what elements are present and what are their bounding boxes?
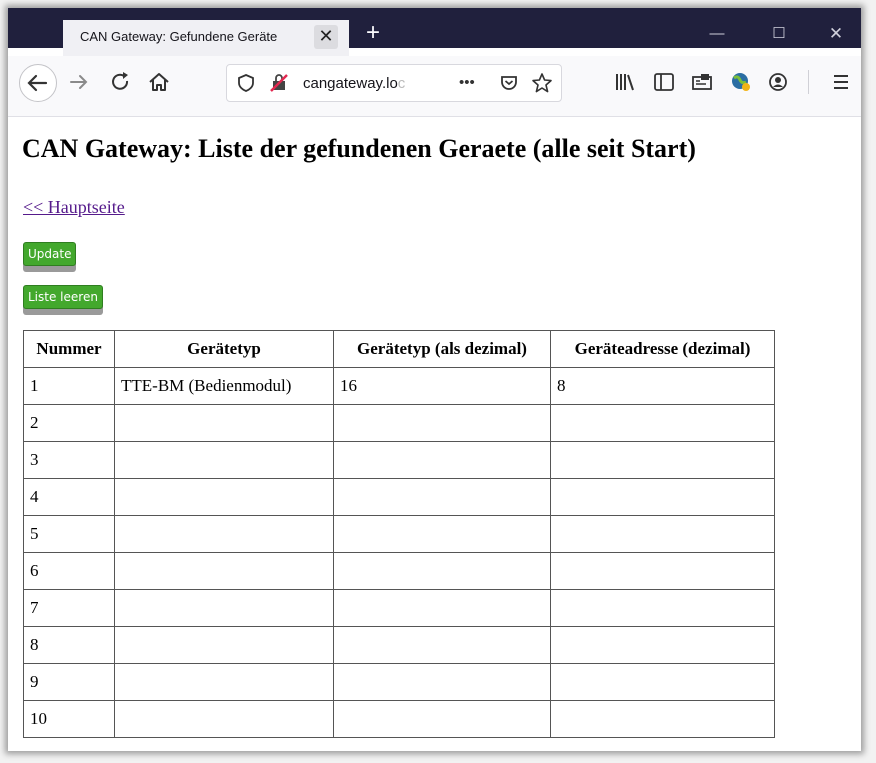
table-cell <box>550 589 775 627</box>
home-link[interactable]: << Hauptseite <box>23 197 125 218</box>
url-text[interactable]: cangateway.loc <box>303 75 405 92</box>
table-cell <box>114 552 334 590</box>
reload-icon[interactable] <box>108 69 134 95</box>
devices-table: Nummer Gerätetyp Gerätetyp (als dezimal)… <box>23 330 775 738</box>
table-cell <box>114 478 334 516</box>
tab-bar: CAN Gateway: Gefundene Geräte ✕ + — ☐ ✕ <box>8 8 861 56</box>
update-button[interactable]: Update <box>23 242 77 266</box>
table-row: 6 <box>23 552 775 590</box>
table-cell <box>550 478 775 516</box>
back-arrow-icon <box>27 74 48 92</box>
table-row: 2 <box>23 404 775 442</box>
table-cell <box>114 404 334 442</box>
table-cell <box>114 663 334 701</box>
table-row: 7 <box>23 589 775 627</box>
table-cell: TTE-BM (Bedienmodul) <box>114 367 334 405</box>
table-cell <box>333 441 551 479</box>
table-cell <box>550 700 775 738</box>
table-cell: 3 <box>23 441 115 479</box>
table-cell: 1 <box>23 367 115 405</box>
account-icon[interactable] <box>765 69 791 95</box>
pocket-icon[interactable] <box>499 73 519 98</box>
page-content: CAN Gateway: Liste der gefundenen Geraet… <box>22 134 852 738</box>
minimize-icon[interactable]: — <box>694 20 740 48</box>
insecure-lock-icon[interactable] <box>269 73 289 98</box>
table-cell <box>333 700 551 738</box>
column-header: Gerätetyp (als dezimal) <box>333 330 551 368</box>
table-cell <box>114 515 334 553</box>
table-cell: 8 <box>550 367 775 405</box>
table-cell: 4 <box>23 478 115 516</box>
column-header: Nummer <box>23 330 115 368</box>
table-cell <box>550 404 775 442</box>
table-cell <box>333 663 551 701</box>
back-button[interactable] <box>19 64 57 102</box>
table-cell <box>550 515 775 553</box>
table-cell <box>114 626 334 664</box>
table-row: 9 <box>23 663 775 701</box>
table-cell: 10 <box>23 700 115 738</box>
extension-icon[interactable] <box>689 69 715 95</box>
table-cell <box>333 589 551 627</box>
table-row: 8 <box>23 626 775 664</box>
column-header: Gerätetyp <box>114 330 334 368</box>
toolbar-divider <box>808 70 809 94</box>
new-tab-button[interactable]: + <box>359 20 387 48</box>
home-icon[interactable] <box>146 69 172 95</box>
table-cell: 7 <box>23 589 115 627</box>
tab-active[interactable]: CAN Gateway: Gefundene Geräte ✕ <box>63 20 349 56</box>
page-title: CAN Gateway: Liste der gefundenen Geraet… <box>22 134 696 163</box>
table-header-row: Nummer Gerätetyp Gerätetyp (als dezimal)… <box>23 330 775 368</box>
table-row: 4 <box>23 478 775 516</box>
menu-icon[interactable] <box>828 69 854 95</box>
table-cell <box>333 404 551 442</box>
table-cell <box>114 589 334 627</box>
table-cell <box>550 441 775 479</box>
browser-window: CAN Gateway: Gefundene Geräte ✕ + — ☐ ✕ <box>8 8 861 751</box>
table-row: 10 <box>23 700 775 738</box>
tab-title: CAN Gateway: Gefundene Geräte <box>80 29 278 44</box>
forward-arrow-icon[interactable] <box>66 69 92 95</box>
table-cell: 8 <box>23 626 115 664</box>
table-cell <box>114 700 334 738</box>
table-cell <box>550 663 775 701</box>
table-row: 3 <box>23 441 775 479</box>
table-cell <box>550 552 775 590</box>
maximize-icon[interactable]: ☐ <box>756 20 802 48</box>
clear-list-button[interactable]: Liste leeren <box>23 285 103 309</box>
table-cell: 2 <box>23 404 115 442</box>
column-header: Geräteadresse (dezimal) <box>550 330 775 368</box>
addon-globe-icon[interactable] <box>728 69 754 95</box>
table-cell <box>333 515 551 553</box>
url-bar[interactable]: cangateway.loc ••• <box>226 64 562 102</box>
table-cell: 16 <box>333 367 551 405</box>
table-cell <box>114 441 334 479</box>
bookmark-star-icon[interactable] <box>531 72 553 99</box>
library-icon[interactable] <box>612 69 638 95</box>
table-cell <box>550 626 775 664</box>
table-cell <box>333 626 551 664</box>
tab-close-icon[interactable]: ✕ <box>314 25 338 49</box>
table-row: 1 TTE-BM (Bedienmodul) 16 8 <box>23 367 775 405</box>
table-cell <box>333 552 551 590</box>
page-actions-icon[interactable]: ••• <box>459 74 475 91</box>
table-body: 1 TTE-BM (Bedienmodul) 16 8 2 3 4 5 6 7 8 9 10 <box>23 367 775 738</box>
close-window-icon[interactable]: ✕ <box>813 20 859 48</box>
table-cell: 6 <box>23 552 115 590</box>
tracking-shield-icon[interactable] <box>237 73 255 98</box>
table-row: 5 <box>23 515 775 553</box>
table-cell: 9 <box>23 663 115 701</box>
sidebar-icon[interactable] <box>651 69 677 95</box>
table-cell <box>333 478 551 516</box>
navigation-bar: cangateway.loc ••• <box>8 56 861 117</box>
table-cell: 5 <box>23 515 115 553</box>
